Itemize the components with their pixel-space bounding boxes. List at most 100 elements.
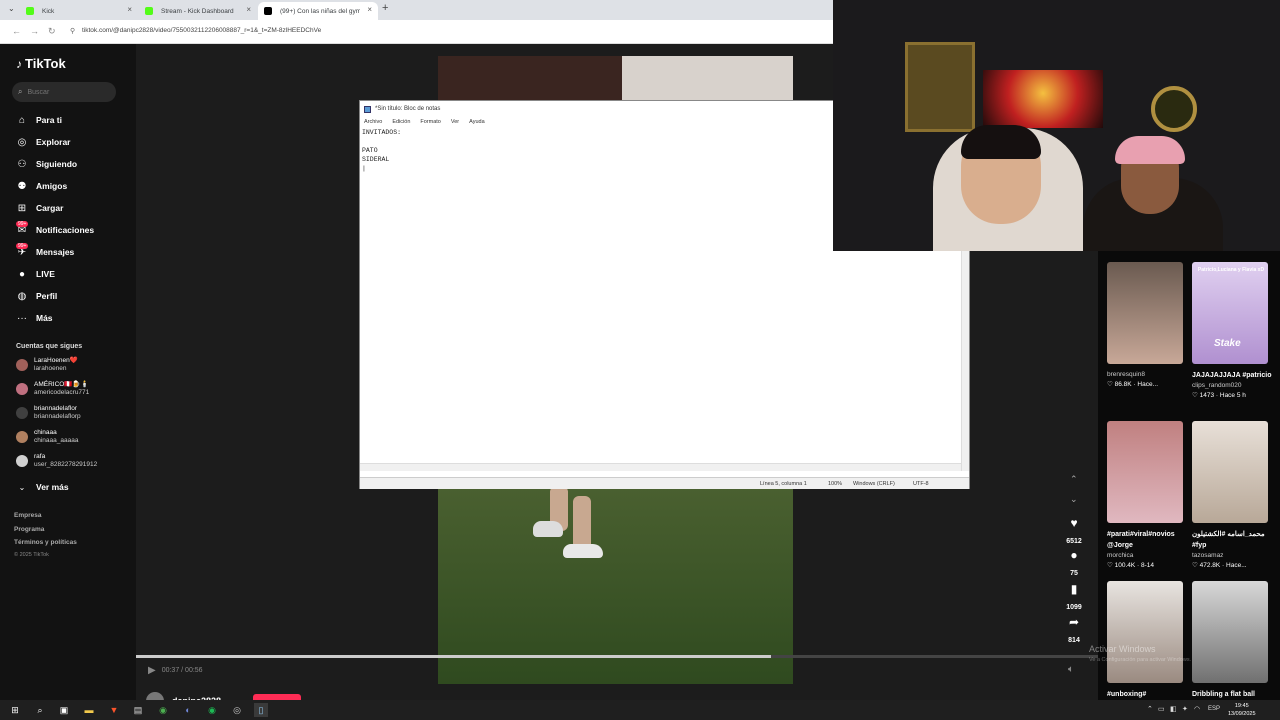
heart-icon: ♡ bbox=[1107, 381, 1115, 388]
nav-mas[interactable]: ··· Más bbox=[16, 310, 53, 326]
wifi-icon[interactable]: ◠ bbox=[1194, 705, 1200, 713]
tray-icon[interactable]: ✦ bbox=[1182, 705, 1188, 713]
menu-formato[interactable]: Formato bbox=[420, 119, 440, 125]
account-name: AMÉRICO🇵🇪🍺🕯️ bbox=[34, 381, 89, 388]
search-icon: ⌕ bbox=[18, 87, 23, 96]
nav-perfil[interactable]: ◍ Perfil bbox=[16, 288, 58, 304]
see-more-button[interactable]: ⌄ Ver más bbox=[16, 479, 69, 495]
url-field[interactable]: tiktok.com/@danipc2828/video/75500321122… bbox=[82, 27, 321, 34]
nav-mensajes[interactable]: ✈ 99+ Mensajes bbox=[16, 242, 74, 260]
tiktok-logo[interactable]: ♪ TikTok bbox=[16, 56, 66, 71]
share-button[interactable]: ➦ 814 bbox=[1062, 615, 1086, 647]
nav-para-ti[interactable]: ⌂ Para ti bbox=[16, 112, 62, 128]
discord-icon[interactable]: ◐ bbox=[181, 703, 195, 717]
next-video-icon[interactable]: ⌄ bbox=[1070, 494, 1078, 505]
following-account[interactable]: LaraHoenen❤️ larahoenen bbox=[16, 357, 78, 373]
suggested-video-card[interactable]: Patricio,Luciana y Flavia xD Stake JAJAJ… bbox=[1192, 262, 1272, 401]
taskbar-time: 19:45 bbox=[1234, 703, 1249, 709]
store-icon[interactable]: ▤ bbox=[131, 703, 145, 717]
account-user: larahoenen bbox=[34, 365, 67, 372]
language-indicator[interactable]: ESP bbox=[1208, 706, 1220, 712]
kick-favicon-icon bbox=[145, 7, 153, 15]
suggested-video-card[interactable]: Dribbling a flat ball bbox=[1192, 581, 1272, 700]
tab-title: Stream - Kick Dashboard bbox=[161, 7, 234, 15]
chrome-icon[interactable]: ◉ bbox=[156, 703, 170, 717]
bookmark-icon: ▮ bbox=[1070, 582, 1078, 596]
tab-kick[interactable]: Kick × bbox=[20, 2, 138, 20]
suggested-video-card[interactable]: #parati#viral#novios @Jorge morchica ♡ 1… bbox=[1107, 421, 1187, 571]
video-user: brenresquin8 bbox=[1107, 371, 1145, 378]
account-user: americodelacru771 bbox=[34, 389, 90, 396]
spotify-icon[interactable]: ◉ bbox=[205, 703, 219, 717]
video-progress-bar[interactable] bbox=[136, 655, 1098, 658]
taskbar-clock[interactable]: 19:45 13/09/2025 bbox=[1228, 702, 1256, 718]
video-title: محمد_اسامه #الكشتيلون #fyp bbox=[1192, 531, 1265, 549]
nav-amigos[interactable]: ⚉ Amigos bbox=[16, 178, 68, 194]
webcam-guest-headphones bbox=[1115, 136, 1185, 164]
nav-siguiendo[interactable]: ⚇ Siguiendo bbox=[16, 156, 78, 172]
search-icon[interactable]: ⌕ bbox=[33, 703, 47, 717]
footer-link[interactable]: Empresa bbox=[14, 512, 41, 519]
chevron-down-icon: ⌄ bbox=[18, 482, 26, 492]
like-button[interactable]: ♥ 6512 bbox=[1062, 516, 1086, 548]
back-icon[interactable]: ← bbox=[12, 26, 21, 36]
site-info-icon[interactable]: ⚲ bbox=[70, 27, 75, 35]
close-tab-icon[interactable]: × bbox=[367, 5, 372, 14]
reload-icon[interactable]: ↻ bbox=[48, 26, 56, 37]
following-account[interactable]: chinaaa chinaaa_aaaaa bbox=[16, 429, 78, 445]
tab-tiktok[interactable]: (99+) Con las niñas del gym🤍🤍 × bbox=[258, 2, 378, 20]
play-icon[interactable]: ▶ bbox=[148, 665, 156, 676]
search-input[interactable] bbox=[27, 88, 108, 96]
avatar bbox=[16, 383, 28, 395]
horizontal-scrollbar[interactable] bbox=[360, 463, 961, 471]
following-section-title: Cuentas que sigues bbox=[16, 343, 83, 350]
search-box[interactable]: ⌕ bbox=[12, 82, 116, 102]
tray-chevron-icon[interactable]: ⌃ bbox=[1147, 705, 1153, 713]
notepad-text-area[interactable]: INVITADOS: PATO SIDERAL | bbox=[362, 128, 401, 173]
close-tab-icon[interactable]: × bbox=[246, 5, 251, 14]
suggested-video-card[interactable]: محمد_اسامه #الكشتيلون #fyp tazosamaz ♡ 4… bbox=[1192, 421, 1272, 571]
see-more-label: Ver más bbox=[36, 482, 69, 492]
brave-browser-icon[interactable]: ▼ bbox=[107, 703, 121, 717]
windows-start-icon[interactable]: ⊞ bbox=[8, 703, 22, 717]
suggested-video-card[interactable]: #unboxing# bbox=[1107, 581, 1187, 700]
forward-icon[interactable]: → bbox=[30, 26, 39, 36]
close-tab-icon[interactable]: × bbox=[127, 5, 132, 14]
menu-archivo[interactable]: Archivo bbox=[364, 119, 382, 125]
volume-icon[interactable]: 🔈︎ bbox=[1068, 664, 1074, 675]
footer-link[interactable]: Términos y políticas bbox=[14, 539, 77, 546]
file-explorer-icon[interactable]: ▬ bbox=[82, 703, 96, 717]
menu-ayuda[interactable]: Ayuda bbox=[469, 119, 485, 125]
previous-video-icon[interactable]: ⌃ bbox=[1070, 474, 1078, 485]
new-tab-button[interactable]: + bbox=[382, 2, 388, 14]
menu-ver[interactable]: Ver bbox=[451, 119, 459, 125]
windows-activation-subtitle: Ve a Configuración para activar Windows. bbox=[1089, 657, 1192, 663]
tab-search-icon[interactable]: ⌄ bbox=[8, 4, 15, 13]
friends-icon: ⚉ bbox=[17, 180, 27, 192]
footer-link[interactable]: Programa bbox=[14, 526, 44, 533]
task-view-icon[interactable]: ▣ bbox=[57, 703, 71, 717]
video-thumbnail bbox=[1192, 421, 1268, 523]
save-button[interactable]: ▮ 1099 bbox=[1062, 582, 1086, 614]
nav-notificaciones[interactable]: ✉ 99+ Notificaciones bbox=[16, 220, 94, 238]
following-account[interactable]: rafa user_8282278291912 bbox=[16, 453, 97, 469]
nav-live[interactable]: ● LIVE bbox=[16, 266, 55, 282]
account-name: rafa bbox=[34, 453, 46, 460]
tray-icon[interactable]: ◧ bbox=[1170, 705, 1177, 713]
nav-cargar[interactable]: ⊞ Cargar bbox=[16, 200, 64, 216]
nav-explorar[interactable]: ◎ Explorar bbox=[16, 134, 71, 150]
comment-button[interactable]: ● 75 bbox=[1062, 548, 1086, 580]
tray-network-icon[interactable]: ▭ bbox=[1158, 705, 1165, 713]
following-account[interactable]: AMÉRICO🇵🇪🍺🕯️ americodelacru771 bbox=[16, 381, 89, 397]
account-user: chinaaa_aaaaa bbox=[34, 437, 79, 444]
video-meta: ♡ 472.8K · Hace... bbox=[1192, 561, 1272, 571]
account-name: LaraHoenen❤️ bbox=[34, 357, 78, 364]
menu-edicion[interactable]: Edición bbox=[392, 119, 410, 125]
suggested-video-card[interactable]: brenresquin8 ♡ 86.8K · Hace... bbox=[1107, 262, 1187, 390]
browser-window: ⌄ Kick × Stream - Kick Dashboard × (99+)… bbox=[0, 0, 833, 44]
tab-kick-dashboard[interactable]: Stream - Kick Dashboard × bbox=[139, 2, 257, 20]
more-icon: ··· bbox=[17, 312, 27, 324]
obs-icon[interactable]: ◎ bbox=[230, 703, 244, 717]
following-account[interactable]: briannadelaflor briannadelaflorp bbox=[16, 405, 81, 421]
notepad-taskbar-icon[interactable]: ▯ bbox=[254, 703, 268, 717]
